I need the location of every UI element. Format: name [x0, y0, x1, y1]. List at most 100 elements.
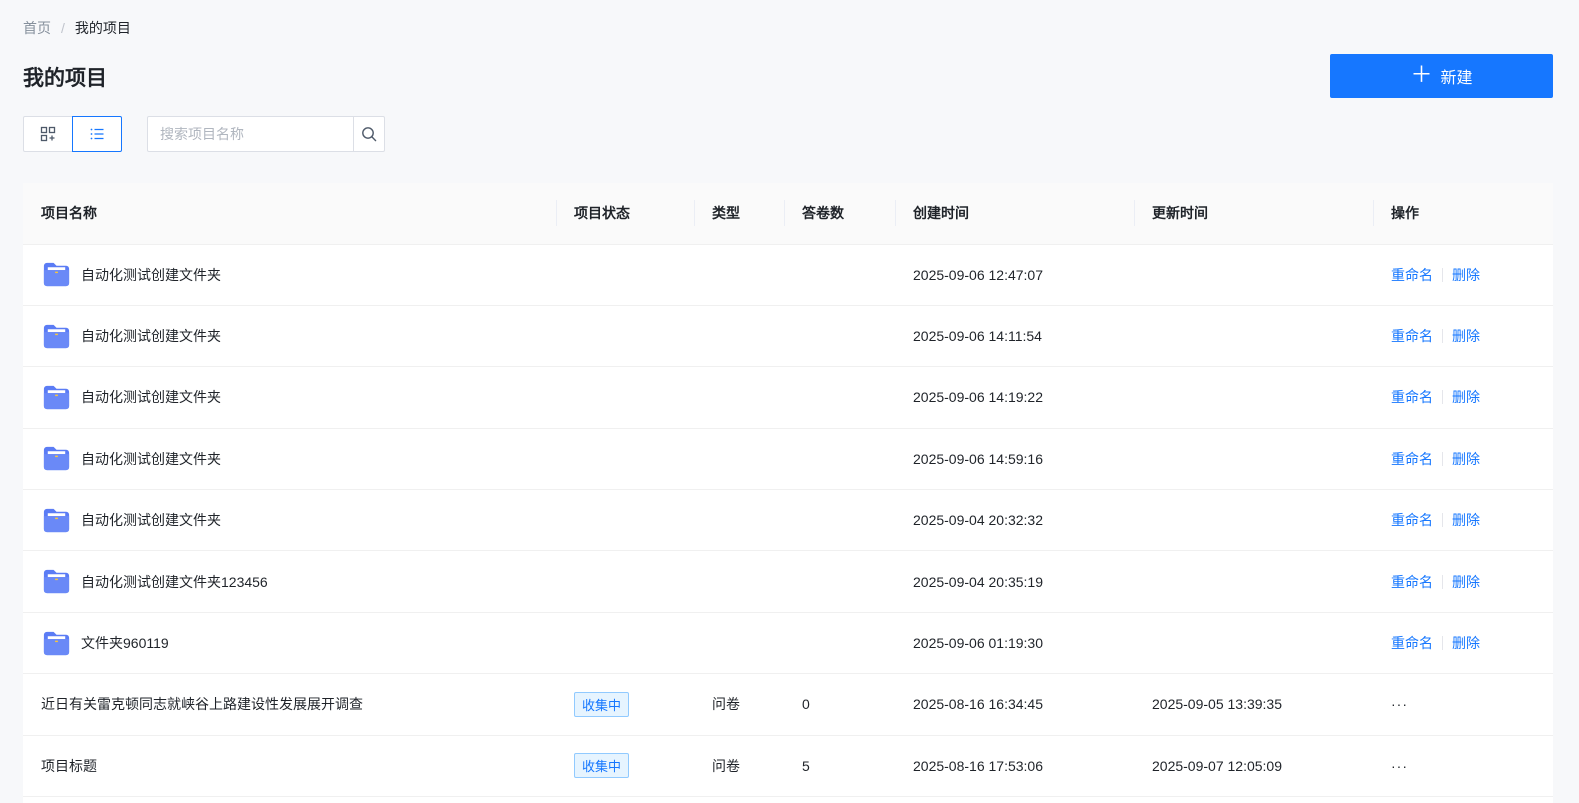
- folder-icon: [43, 631, 70, 655]
- action-divider: [1442, 267, 1443, 282]
- column-header-responses: 答卷数: [784, 183, 895, 245]
- name-cell: 项目标题: [23, 735, 556, 796]
- table-row[interactable]: 近日有关雷克顿同志就峡谷上路建设性发展展开调查 收集中 问卷 0 2025-08-16 …: [23, 674, 1553, 736]
- plus-icon: ＋: [1410, 62, 1433, 87]
- table-row[interactable]: 自动化测试创建文件夹 2025-09-06 12:47:07 重命名 删除: [23, 244, 1553, 306]
- type-cell: [694, 551, 784, 612]
- folder-name[interactable]: 文件夹960119: [81, 633, 169, 653]
- new-button[interactable]: ＋ 新建: [1330, 54, 1553, 98]
- delete-button[interactable]: 删除: [1452, 326, 1480, 346]
- delete-button[interactable]: 删除: [1452, 449, 1480, 469]
- delete-button[interactable]: 删除: [1452, 265, 1480, 285]
- column-divider: [1373, 200, 1374, 226]
- column-header-actions: 操作: [1373, 183, 1553, 245]
- actions-cell: 重命名 删除: [1373, 612, 1553, 673]
- delete-button[interactable]: 删除: [1452, 387, 1480, 407]
- name-cell: 自动化测试创建文件夹: [23, 244, 556, 305]
- name-cell: 文件夹960119: [23, 612, 556, 673]
- more-actions-icon[interactable]: ···: [1391, 758, 1408, 774]
- actions-cell: ···: [1373, 674, 1553, 735]
- table-row[interactable]: 自动化测试创建文件夹 2025-09-06 14:59:16 重命名 删除: [23, 428, 1553, 490]
- folder-name[interactable]: 自动化测试创建文件夹: [81, 326, 221, 346]
- grid-view-button[interactable]: [23, 116, 73, 152]
- action-divider: [1442, 513, 1443, 528]
- rename-button[interactable]: 重命名: [1391, 326, 1433, 346]
- created-cell: 2025-08-16 17:53:06: [913, 757, 1043, 774]
- folder-name[interactable]: 自动化测试创建文件夹: [81, 387, 221, 407]
- column-header-name: 项目名称: [23, 183, 556, 245]
- project-name[interactable]: 项目标题: [41, 758, 97, 774]
- delete-button[interactable]: 删除: [1452, 510, 1480, 530]
- table-row[interactable]: 自动化测试创建文件夹123456 2025-09-04 20:35:19 重命名 删除: [23, 551, 1553, 613]
- status-cell: [556, 367, 694, 428]
- table-row[interactable]: 自动化测试创建文件夹 2025-09-06 14:11:54 重命名 删除: [23, 305, 1553, 367]
- name-cell: 自动化测试创建文件夹: [23, 490, 556, 551]
- table-header: 项目名称 项目状态 类型 答卷数 创建时间 更新时间 操作: [23, 183, 1553, 245]
- rename-button[interactable]: 重命名: [1391, 572, 1433, 592]
- status-cell: [556, 612, 694, 673]
- status-cell: 收集中: [556, 674, 694, 735]
- status-cell: [556, 490, 694, 551]
- breadcrumb: 首页 / 我的项目: [23, 18, 131, 38]
- responses-cell: [784, 428, 895, 489]
- rename-button[interactable]: 重命名: [1391, 387, 1433, 407]
- column-header-updated: 更新时间: [1134, 183, 1373, 245]
- table-row[interactable]: 项目标题 收集中 问卷 5 2025-08-16 17:53:06 2025-09-07 …: [23, 735, 1553, 797]
- created-cell: 2025-09-04 20:35:19: [913, 573, 1043, 590]
- folder-icon: [43, 447, 70, 471]
- breadcrumb-separator: /: [61, 20, 65, 36]
- table-row[interactable]: 文件夹960119 2025-09-06 01:19:30 重命名 删除: [23, 612, 1553, 674]
- table-row[interactable]: 自动化测试创建文件夹 2025-09-06 14:19:22 重命名 删除: [23, 367, 1553, 429]
- type-cell: 问卷: [712, 696, 740, 713]
- table-row[interactable]: 自动化测试创建文件夹 2025-09-04 20:32:32 重命名 删除: [23, 490, 1553, 551]
- folder-name[interactable]: 自动化测试创建文件夹: [81, 449, 221, 469]
- actions-cell: 重命名 删除: [1373, 244, 1553, 305]
- delete-button[interactable]: 删除: [1452, 572, 1480, 592]
- type-cell: [694, 612, 784, 673]
- search-box: [147, 116, 385, 152]
- updated-cell: [1134, 367, 1373, 428]
- action-divider: [1442, 574, 1443, 589]
- new-button-label: 新建: [1440, 70, 1473, 87]
- folder-icon: [43, 508, 70, 532]
- type-cell: [694, 490, 784, 551]
- created-cell: 2025-09-04 20:32:32: [913, 512, 1043, 529]
- type-cell: [694, 428, 784, 489]
- search-icon: [362, 127, 377, 142]
- responses-cell: [784, 490, 895, 551]
- folder-icon: [43, 263, 70, 287]
- list-view-button[interactable]: [72, 116, 122, 152]
- rename-button[interactable]: 重命名: [1391, 510, 1433, 530]
- rename-button[interactable]: 重命名: [1391, 633, 1433, 653]
- column-header-created: 创建时间: [895, 183, 1134, 245]
- more-actions-icon[interactable]: ···: [1391, 696, 1408, 712]
- responses-cell: 0: [802, 696, 810, 713]
- search-button[interactable]: [353, 117, 384, 151]
- status-badge: 收集中: [574, 691, 630, 717]
- actions-cell: 重命名 删除: [1373, 490, 1553, 551]
- delete-button[interactable]: 删除: [1452, 633, 1480, 653]
- search-input[interactable]: [148, 117, 353, 151]
- breadcrumb-current: 我的项目: [74, 20, 131, 36]
- folder-icon: [43, 570, 70, 594]
- status-cell: [556, 428, 694, 489]
- folder-name[interactable]: 自动化测试创建文件夹: [81, 265, 221, 285]
- project-name[interactable]: 近日有关雷克顿同志就峡谷上路建设性发展展开调查: [41, 696, 363, 712]
- column-divider: [556, 200, 557, 226]
- rename-button[interactable]: 重命名: [1391, 449, 1433, 469]
- action-divider: [1442, 451, 1443, 466]
- responses-cell: [784, 367, 895, 428]
- column-divider: [694, 200, 695, 226]
- actions-cell: 重命名 删除: [1373, 428, 1553, 489]
- folder-name[interactable]: 自动化测试创建文件夹: [81, 510, 221, 530]
- breadcrumb-home-link[interactable]: 首页: [23, 18, 51, 38]
- name-cell: 自动化测试创建文件夹: [23, 367, 556, 428]
- actions-cell: 重命名 删除: [1373, 367, 1553, 428]
- folder-name[interactable]: 自动化测试创建文件夹123456: [81, 572, 268, 592]
- column-divider: [1134, 200, 1135, 226]
- status-cell: [556, 551, 694, 612]
- rename-button[interactable]: 重命名: [1391, 265, 1433, 285]
- created-cell: 2025-09-06 01:19:30: [913, 635, 1043, 652]
- updated-cell: [1134, 612, 1373, 673]
- folder-icon: [43, 385, 70, 410]
